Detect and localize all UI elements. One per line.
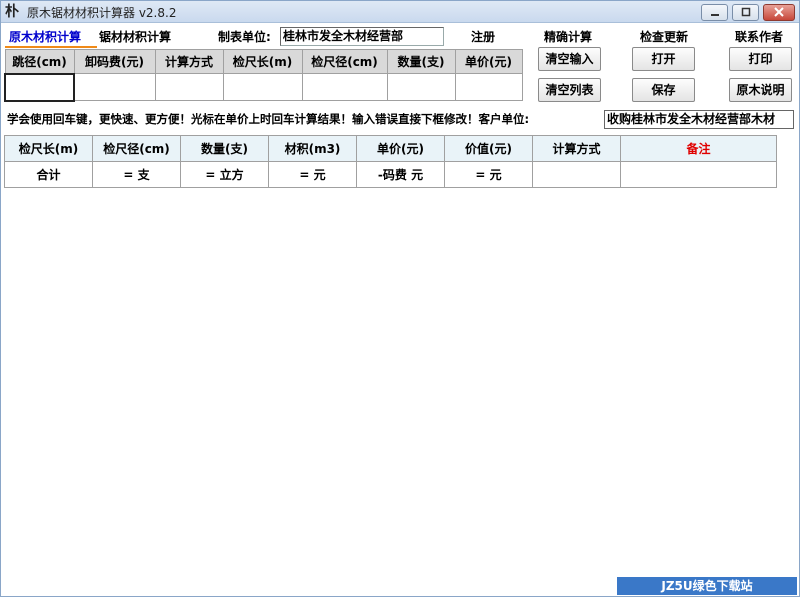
tab-sawn-volume[interactable]: 锯材材积计算 [99, 28, 171, 46]
result-header: 单价(元) [356, 135, 445, 162]
result-header: 数量(支) [180, 135, 269, 162]
summary-cell [620, 161, 777, 188]
clear-input-button[interactable]: 清空输入 [538, 47, 601, 71]
maximize-button[interactable] [732, 4, 759, 21]
calc-method-input[interactable] [154, 73, 224, 101]
print-button[interactable]: 打印 [729, 47, 792, 71]
summary-cell: 合计 [4, 161, 93, 188]
close-button[interactable] [763, 4, 795, 21]
span-diameter-input[interactable] [4, 72, 75, 102]
contact-author-link[interactable]: 联系作者 [735, 28, 783, 46]
minimize-icon [710, 14, 719, 16]
summary-cell: = 立方 [180, 161, 269, 188]
summary-cell: = 元 [444, 161, 533, 188]
register-link[interactable]: 注册 [471, 28, 495, 46]
log-description-button[interactable]: 原木说明 [729, 78, 792, 102]
unit-input[interactable]: 桂林市发全木材经营部 [280, 27, 444, 46]
usage-tip: 学会使用回车键，更快速、更方便！光标在单价上时回车计算结果！输入错误直接下框修改… [7, 112, 530, 126]
result-header: 检尺长(m) [4, 135, 93, 162]
unit-price-input[interactable] [454, 73, 523, 101]
result-header-note: 备注 [620, 135, 777, 162]
maximize-icon [741, 7, 750, 17]
summary-cell: = 元 [268, 161, 357, 188]
input-header: 检尺径(cm) [301, 49, 388, 74]
result-header: 材积(m3) [268, 135, 357, 162]
summary-cell [532, 161, 621, 188]
summary-cell: -码费 元 [356, 161, 445, 188]
log-length-input[interactable] [222, 73, 303, 101]
clear-list-button[interactable]: 清空列表 [538, 78, 601, 102]
quantity-input[interactable] [386, 73, 456, 101]
app-window: 朴 原木锯材材积计算器 v2.8.2 原木材积计算 锯材材积计算 制表单位: 桂… [0, 0, 800, 597]
result-header: 检尺径(cm) [92, 135, 181, 162]
input-header: 跳径(cm) [4, 49, 75, 74]
precise-calc-link[interactable]: 精确计算 [544, 28, 592, 46]
unit-label: 制表单位: [218, 30, 271, 44]
client-unit-input[interactable]: 收购桂林市发全木材经营部木材 [604, 110, 794, 129]
result-table: 检尺长(m) 检尺径(cm) 数量(支) 材积(m3) 单价(元) 价值(元) … [4, 135, 777, 188]
input-header: 数量(支) [386, 49, 456, 74]
minimize-button[interactable] [701, 4, 728, 21]
input-header: 计算方式 [154, 49, 224, 74]
summary-cell: = 支 [92, 161, 181, 188]
summary-row[interactable]: 合计 = 支 = 立方 = 元 -码费 元 = 元 [4, 161, 777, 188]
open-button[interactable]: 打开 [632, 47, 695, 71]
save-button[interactable]: 保存 [632, 78, 695, 102]
window-title: 原木锯材材积计算器 v2.8.2 [27, 6, 177, 20]
input-header: 卸码费(元) [73, 49, 156, 74]
result-header: 价值(元) [444, 135, 533, 162]
log-diameter-input[interactable] [301, 73, 388, 101]
tab-log-volume[interactable]: 原木材积计算 [5, 28, 97, 48]
input-header: 单价(元) [454, 49, 523, 74]
check-update-link[interactable]: 检查更新 [640, 28, 688, 46]
input-grid: 跳径(cm) 卸码费(元) 计算方式 检尺长(m) 检尺径(cm) 数量(支) … [4, 49, 523, 102]
unloading-fee-input[interactable] [73, 73, 156, 101]
title-bar[interactable]: 朴 原木锯材材积计算器 v2.8.2 [1, 1, 799, 23]
app-icon: 朴 [5, 4, 19, 20]
close-icon [774, 7, 784, 17]
result-header: 计算方式 [532, 135, 621, 162]
input-header: 检尺长(m) [222, 49, 303, 74]
site-watermark: JZ5U绿色下载站 www.jz5u.com [617, 577, 797, 595]
